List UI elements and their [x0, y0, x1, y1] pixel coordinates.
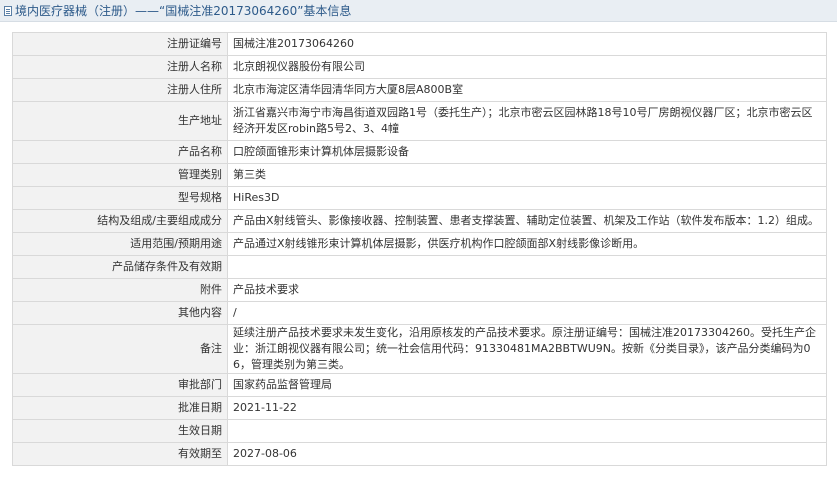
- field-label: 产品名称: [12, 140, 228, 164]
- field-value: 浙江省嘉兴市海宁市海昌街道双园路1号（委托生产）；北京市密云区园林路18号10号…: [227, 101, 827, 141]
- table-row: 适用范围/预期用途 产品通过X射线锥形束计算机体层摄影，供医疗机构作口腔颌面部X…: [12, 232, 827, 256]
- field-label: 批准日期: [12, 396, 228, 420]
- field-value: HiRes3D: [227, 186, 827, 210]
- field-value: [227, 419, 827, 443]
- field-label: 注册证编号: [12, 32, 228, 56]
- table-row: 产品储存条件及有效期: [12, 255, 827, 279]
- table-row: 结构及组成/主要组成成分 产品由X射线管头、影像接收器、控制装置、患者支撑装置、…: [12, 209, 827, 233]
- field-value: 第三类: [227, 163, 827, 187]
- field-value: 口腔颌面锥形束计算机体层摄影设备: [227, 140, 827, 164]
- field-value: 产品技术要求: [227, 278, 827, 302]
- table-row: 有效期至 2027-08-06: [12, 442, 827, 466]
- field-value: 2021-11-22: [227, 396, 827, 420]
- detail-table: 注册证编号 国械注准20173064260 注册人名称 北京朗视仪器股份有限公司…: [12, 32, 827, 466]
- field-label: 生效日期: [12, 419, 228, 443]
- page-title: 境内医疗器械（注册）——“国械注准20173064260”基本信息: [15, 4, 352, 18]
- field-label: 注册人名称: [12, 55, 228, 79]
- table-row: 注册人住所 北京市海淀区清华园清华同方大厦8层A800B室: [12, 78, 827, 102]
- field-value: 北京朗视仪器股份有限公司: [227, 55, 827, 79]
- field-value: 延续注册产品技术要求未发生变化，沿用原核发的产品技术要求。原注册证编号：国械注准…: [227, 324, 827, 374]
- field-value: 产品通过X射线锥形束计算机体层摄影，供医疗机构作口腔颌面部X射线影像诊断用。: [227, 232, 827, 256]
- field-label: 管理类别: [12, 163, 228, 187]
- field-label: 有效期至: [12, 442, 228, 466]
- table-row: 生效日期: [12, 419, 827, 443]
- field-value: 北京市海淀区清华园清华同方大厦8层A800B室: [227, 78, 827, 102]
- field-value: 国家药品监督管理局: [227, 373, 827, 397]
- table-row: 产品名称 口腔颌面锥形束计算机体层摄影设备: [12, 140, 827, 164]
- field-label: 备注: [12, 324, 228, 374]
- table-row: 其他内容 /: [12, 301, 827, 325]
- field-value: 国械注准20173064260: [227, 32, 827, 56]
- table-row: 审批部门 国家药品监督管理局: [12, 373, 827, 397]
- table-row: 型号规格 HiRes3D: [12, 186, 827, 210]
- field-label: 型号规格: [12, 186, 228, 210]
- field-label: 结构及组成/主要组成成分: [12, 209, 228, 233]
- table-row: 注册证编号 国械注准20173064260: [12, 32, 827, 56]
- table-row: 附件 产品技术要求: [12, 278, 827, 302]
- field-value: [227, 255, 827, 279]
- field-value: 2027-08-06: [227, 442, 827, 466]
- field-label: 适用范围/预期用途: [12, 232, 228, 256]
- field-label: 注册人住所: [12, 78, 228, 102]
- page-header: 境内医疗器械（注册）——“国械注准20173064260”基本信息: [0, 0, 837, 22]
- field-label: 产品储存条件及有效期: [12, 255, 228, 279]
- table-row: 注册人名称 北京朗视仪器股份有限公司: [12, 55, 827, 79]
- field-label: 附件: [12, 278, 228, 302]
- field-label: 审批部门: [12, 373, 228, 397]
- field-value: 产品由X射线管头、影像接收器、控制装置、患者支撑装置、辅助定位装置、机架及工作站…: [227, 209, 827, 233]
- table-row: 备注 延续注册产品技术要求未发生变化，沿用原核发的产品技术要求。原注册证编号：国…: [12, 324, 827, 374]
- field-value: /: [227, 301, 827, 325]
- table-row: 批准日期 2021-11-22: [12, 396, 827, 420]
- field-label: 生产地址: [12, 101, 228, 141]
- table-row: 生产地址 浙江省嘉兴市海宁市海昌街道双园路1号（委托生产）；北京市密云区园林路1…: [12, 101, 827, 141]
- document-icon: [4, 5, 12, 16]
- field-label: 其他内容: [12, 301, 228, 325]
- table-row: 管理类别 第三类: [12, 163, 827, 187]
